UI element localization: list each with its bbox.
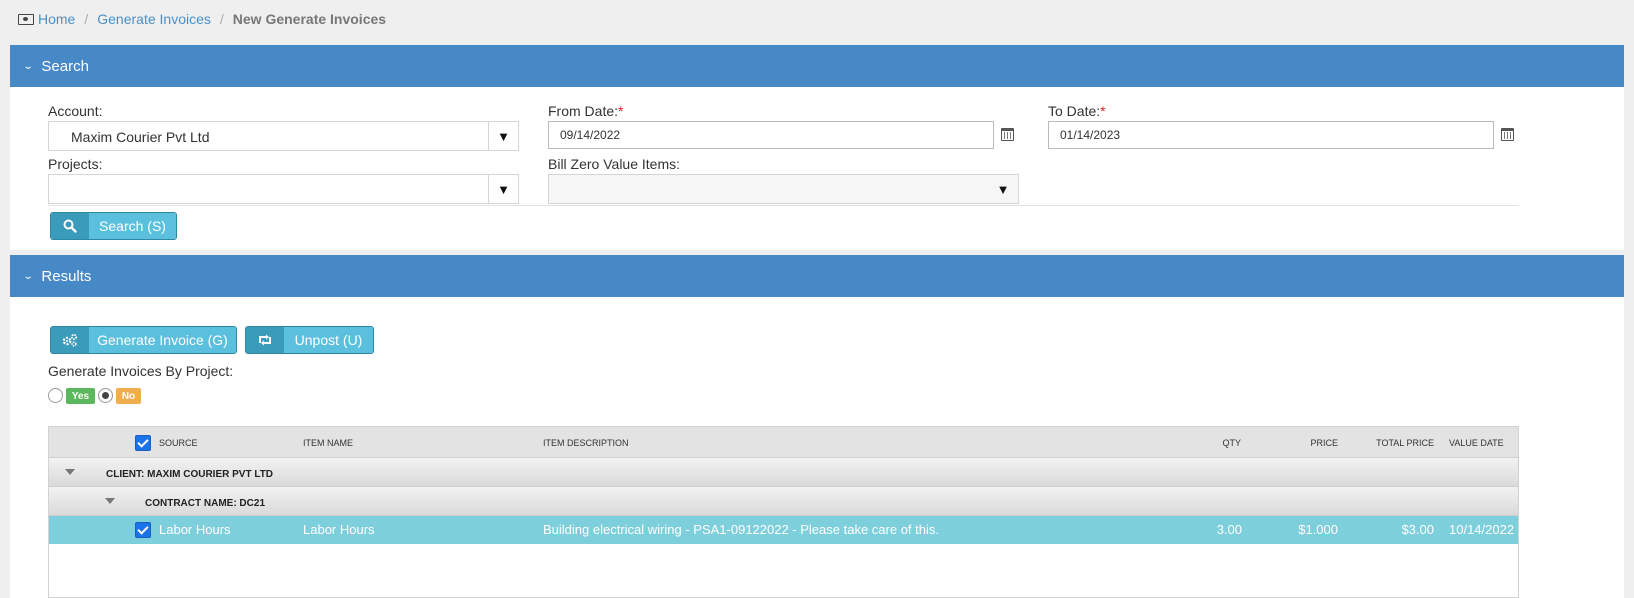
projects-dropdown-button[interactable]: ▼ bbox=[488, 175, 518, 203]
search-panel-title: Search bbox=[41, 57, 89, 75]
results-panel-title: Results bbox=[41, 267, 92, 285]
column-header-total-price[interactable]: TOTAL PRICE bbox=[1376, 438, 1434, 448]
collapse-triangle-icon[interactable] bbox=[65, 469, 75, 475]
row-checkbox[interactable] bbox=[135, 522, 151, 538]
breadcrumb-generate-invoices-link[interactable]: Generate Invoices bbox=[97, 11, 211, 27]
account-label: Account: bbox=[48, 103, 103, 119]
account-select[interactable]: Maxim Courier Pvt Ltd ▼ bbox=[48, 121, 519, 151]
account-dropdown-button[interactable]: ▼ bbox=[488, 122, 518, 150]
bill-zero-dropdown-button[interactable]: ▼ bbox=[988, 175, 1018, 203]
yes-badge: Yes bbox=[66, 388, 95, 404]
calendar-icon[interactable] bbox=[1501, 128, 1514, 141]
table-row[interactable]: Labor Hours Labor Hours Building electri… bbox=[49, 516, 1518, 544]
bill-zero-value-select[interactable]: ▼ bbox=[548, 174, 1019, 204]
cell-qty: 3.00 bbox=[1216, 522, 1242, 537]
divider bbox=[48, 205, 1519, 206]
from-date-field[interactable] bbox=[548, 121, 994, 149]
column-header-value-date[interactable]: VALUE DATE bbox=[1449, 438, 1504, 448]
chevron-down-icon: ⌄ bbox=[22, 270, 34, 282]
results-panel-header[interactable]: ⌄ Results bbox=[10, 255, 1624, 297]
cell-value-date: 10/14/2022 bbox=[1449, 522, 1515, 537]
select-all-checkbox[interactable] bbox=[135, 435, 151, 451]
bill-zero-value-label: Bill Zero Value Items: bbox=[548, 156, 681, 172]
to-date-label-text: To Date: bbox=[1048, 103, 1101, 119]
to-date-label: To Date:* bbox=[1048, 103, 1106, 119]
to-date-field[interactable] bbox=[1048, 121, 1494, 149]
from-date-label-text: From Date: bbox=[548, 103, 619, 119]
cell-source: Labor Hours bbox=[159, 522, 231, 537]
breadcrumb: Home / Generate Invoices / New Generate … bbox=[18, 10, 386, 28]
cell-item-name: Labor Hours bbox=[303, 522, 375, 537]
from-date-label: From Date:* bbox=[548, 103, 623, 119]
projects-label: Projects: bbox=[48, 156, 103, 172]
contract-group-row: CONTRACT NAME: DC21 bbox=[49, 487, 1518, 516]
results-grid: SOURCE ITEM NAME ITEM DESCRIPTION QTY PR… bbox=[48, 426, 1519, 598]
gears-icon bbox=[51, 327, 89, 353]
to-date-input[interactable] bbox=[1049, 122, 1493, 148]
search-button[interactable]: Search (S) bbox=[50, 212, 177, 240]
cell-item-description: Building electrical wiring - PSA1-091220… bbox=[543, 522, 939, 537]
generate-invoice-button[interactable]: Generate Invoice (G) bbox=[50, 326, 237, 354]
search-button-label: Search (S) bbox=[89, 213, 176, 239]
breadcrumb-separator: / bbox=[219, 11, 224, 27]
client-group-label: CLIENT: MAXIM COURIER PVT LTD bbox=[106, 469, 274, 480]
search-icon bbox=[51, 213, 89, 239]
unpost-button-label: Unpost (U) bbox=[284, 327, 373, 353]
generate-by-project-label: Generate Invoices By Project: bbox=[48, 363, 234, 379]
breadcrumb-current: New Generate Invoices bbox=[232, 11, 387, 27]
column-header-item-description[interactable]: ITEM DESCRIPTION bbox=[543, 438, 629, 448]
generate-invoice-button-label: Generate Invoice (G) bbox=[89, 327, 236, 353]
chevron-down-icon: ⌄ bbox=[22, 60, 34, 72]
no-badge: No bbox=[116, 388, 141, 404]
breadcrumb-home-link[interactable]: Home bbox=[38, 11, 75, 27]
unpost-button[interactable]: Unpost (U) bbox=[245, 326, 374, 354]
money-icon bbox=[18, 13, 34, 25]
required-marker: * bbox=[618, 103, 624, 119]
by-project-yes-radio[interactable] bbox=[48, 388, 63, 403]
breadcrumb-separator: / bbox=[84, 11, 89, 27]
client-group-row: CLIENT: MAXIM COURIER PVT LTD bbox=[49, 458, 1518, 487]
search-panel-header[interactable]: ⌄ Search bbox=[10, 45, 1624, 87]
grid-header: SOURCE ITEM NAME ITEM DESCRIPTION QTY PR… bbox=[49, 427, 1518, 458]
projects-select[interactable]: ▼ bbox=[48, 174, 519, 204]
account-selected-value: Maxim Courier Pvt Ltd bbox=[71, 129, 210, 145]
cell-price: $1.000 bbox=[1298, 522, 1338, 537]
from-date-input[interactable] bbox=[549, 122, 993, 148]
column-header-price[interactable]: PRICE bbox=[1310, 438, 1338, 448]
contract-group-label: CONTRACT NAME: DC21 bbox=[145, 498, 265, 509]
by-project-no-radio[interactable] bbox=[98, 388, 113, 403]
search-panel-body bbox=[10, 87, 1624, 250]
required-marker: * bbox=[1100, 103, 1106, 119]
cell-total-price: $3.00 bbox=[1401, 522, 1434, 537]
collapse-triangle-icon[interactable] bbox=[105, 498, 115, 504]
column-header-source[interactable]: SOURCE bbox=[159, 438, 198, 448]
calendar-icon[interactable] bbox=[1001, 128, 1014, 141]
retweet-icon bbox=[246, 327, 284, 353]
column-header-item-name[interactable]: ITEM NAME bbox=[303, 438, 353, 448]
column-header-qty[interactable]: QTY bbox=[1222, 438, 1241, 448]
